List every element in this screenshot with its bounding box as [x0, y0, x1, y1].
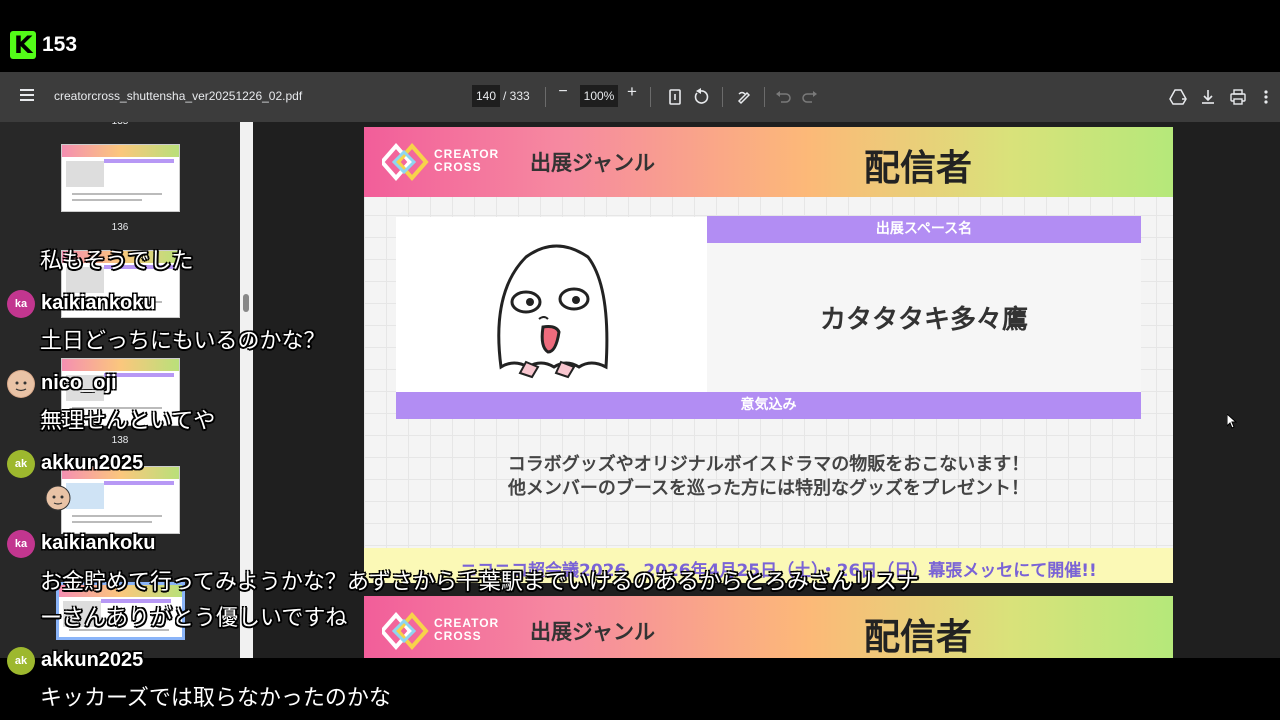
- fit-page-icon[interactable]: [666, 88, 684, 106]
- genre-value: 配信者: [864, 148, 973, 189]
- kick-logo-letter: K: [14, 31, 33, 59]
- pdf-toolbar: creatorcross_shuttensha_ver20251226_02.p…: [0, 72, 1280, 122]
- zoom-out-button[interactable]: −: [557, 83, 569, 101]
- space-name: カタタタキ多々鷹: [819, 305, 1028, 335]
- exhibitor-image: [396, 217, 707, 392]
- drive-icon[interactable]: [1169, 88, 1187, 106]
- menu-icon[interactable]: [20, 89, 34, 101]
- chat-message: キッカーズでは取らなかったのかな: [40, 686, 391, 711]
- toolbar-divider: [764, 87, 765, 107]
- chat-username[interactable]: nico_oji: [41, 372, 117, 395]
- chat-username[interactable]: akkun2025: [41, 452, 143, 475]
- undo-icon[interactable]: [774, 88, 792, 106]
- genre-label: 出展ジャンル: [530, 151, 655, 175]
- stream-header: K 153: [0, 0, 1280, 72]
- enthusiasm-header: 意気込み: [396, 392, 1141, 419]
- creator-cross-logo-icon: [382, 142, 429, 182]
- more-icon[interactable]: [1262, 88, 1270, 106]
- chat-message: 土日どっちにもいるのかな？: [40, 329, 326, 354]
- avatar: ka: [7, 290, 35, 318]
- avatar: ak: [7, 647, 35, 675]
- pdf-page: CREATOR CROSS 出展ジャンル 配信者 出展スペース名 カタタタキ多々…: [364, 127, 1173, 583]
- redo-icon[interactable]: [801, 88, 819, 106]
- logo-text-line2: CROSS: [434, 629, 482, 643]
- chat-username[interactable]: akkun2025: [41, 649, 143, 672]
- genre-label: 出展ジャンル: [530, 620, 655, 644]
- page-thumbnail[interactable]: [61, 144, 180, 212]
- avatar: [7, 370, 35, 398]
- space-name-header: 出展スペース名: [707, 216, 1141, 243]
- enthusiasm-text: コラボグッズやオリジナルボイスドラマの物販をおこないます！ 他メンバーのブースを…: [364, 453, 1173, 501]
- chat-username[interactable]: kaikiankoku: [41, 532, 156, 555]
- logo-text-line2: CROSS: [434, 160, 482, 174]
- old-man-avatar-icon: [8, 371, 34, 397]
- avatar: ka: [7, 530, 35, 558]
- chat-message: お金貯めて行ってみようかな？あずさから千葉駅までいけるのあるからとろみさんリスナ: [40, 570, 919, 595]
- enthusiasm-line: コラボグッズやオリジナルボイスドラマの物販をおこないます！: [507, 454, 1030, 475]
- chat-username[interactable]: kaikiankoku: [41, 292, 156, 315]
- viewer-count: 153: [42, 33, 78, 56]
- toolbar-divider: [722, 87, 723, 107]
- toolbar-divider: [650, 87, 651, 107]
- creator-cross-logo-icon: [382, 611, 429, 651]
- page-header-band: CREATOR CROSS 出展ジャンル 配信者: [364, 127, 1173, 197]
- download-icon[interactable]: [1199, 88, 1217, 106]
- mouse-cursor-icon: [1227, 414, 1237, 429]
- avatar: ak: [7, 450, 35, 478]
- chat-message: 無理せんといてや: [40, 409, 216, 434]
- thumbnail-page-number: 138: [111, 435, 129, 446]
- chat-message: ーさんありがとう優しいですね: [40, 606, 348, 631]
- logo-text: CREATOR CROSS: [434, 617, 499, 643]
- chat-message: 私もそうでした: [40, 249, 194, 274]
- page-total: / 333: [503, 89, 530, 103]
- ghost-character-icon: [497, 244, 609, 379]
- print-icon[interactable]: [1229, 88, 1247, 106]
- logo-text: CREATOR CROSS: [434, 148, 499, 174]
- file-name: creatorcross_shuttensha_ver20251226_02.p…: [54, 89, 303, 103]
- page-number-input[interactable]: 140: [472, 85, 500, 107]
- genre-value: 配信者: [864, 617, 973, 658]
- annotate-icon[interactable]: [736, 88, 754, 106]
- page-thumbnail[interactable]: [61, 466, 180, 534]
- kick-logo-icon: K: [10, 31, 36, 59]
- page-header-band: CREATOR CROSS 出展ジャンル 配信者: [364, 596, 1173, 658]
- thumbnail-page-number: 136: [111, 222, 129, 233]
- thumbnail-page-number: 135: [100, 122, 140, 127]
- toolbar-divider: [545, 87, 546, 107]
- sidebar-scrollbar-thumb[interactable]: [243, 294, 249, 312]
- zoom-in-button[interactable]: +: [626, 82, 638, 102]
- enthusiasm-line: 他メンバーのブースを巡った方には特別なグッズをプレゼント！: [507, 478, 1030, 499]
- pdf-page-next: CREATOR CROSS 出展ジャンル 配信者: [364, 596, 1173, 658]
- rotate-icon[interactable]: [692, 88, 710, 106]
- emote-icon: [45, 485, 71, 511]
- zoom-input[interactable]: 100%: [580, 85, 618, 107]
